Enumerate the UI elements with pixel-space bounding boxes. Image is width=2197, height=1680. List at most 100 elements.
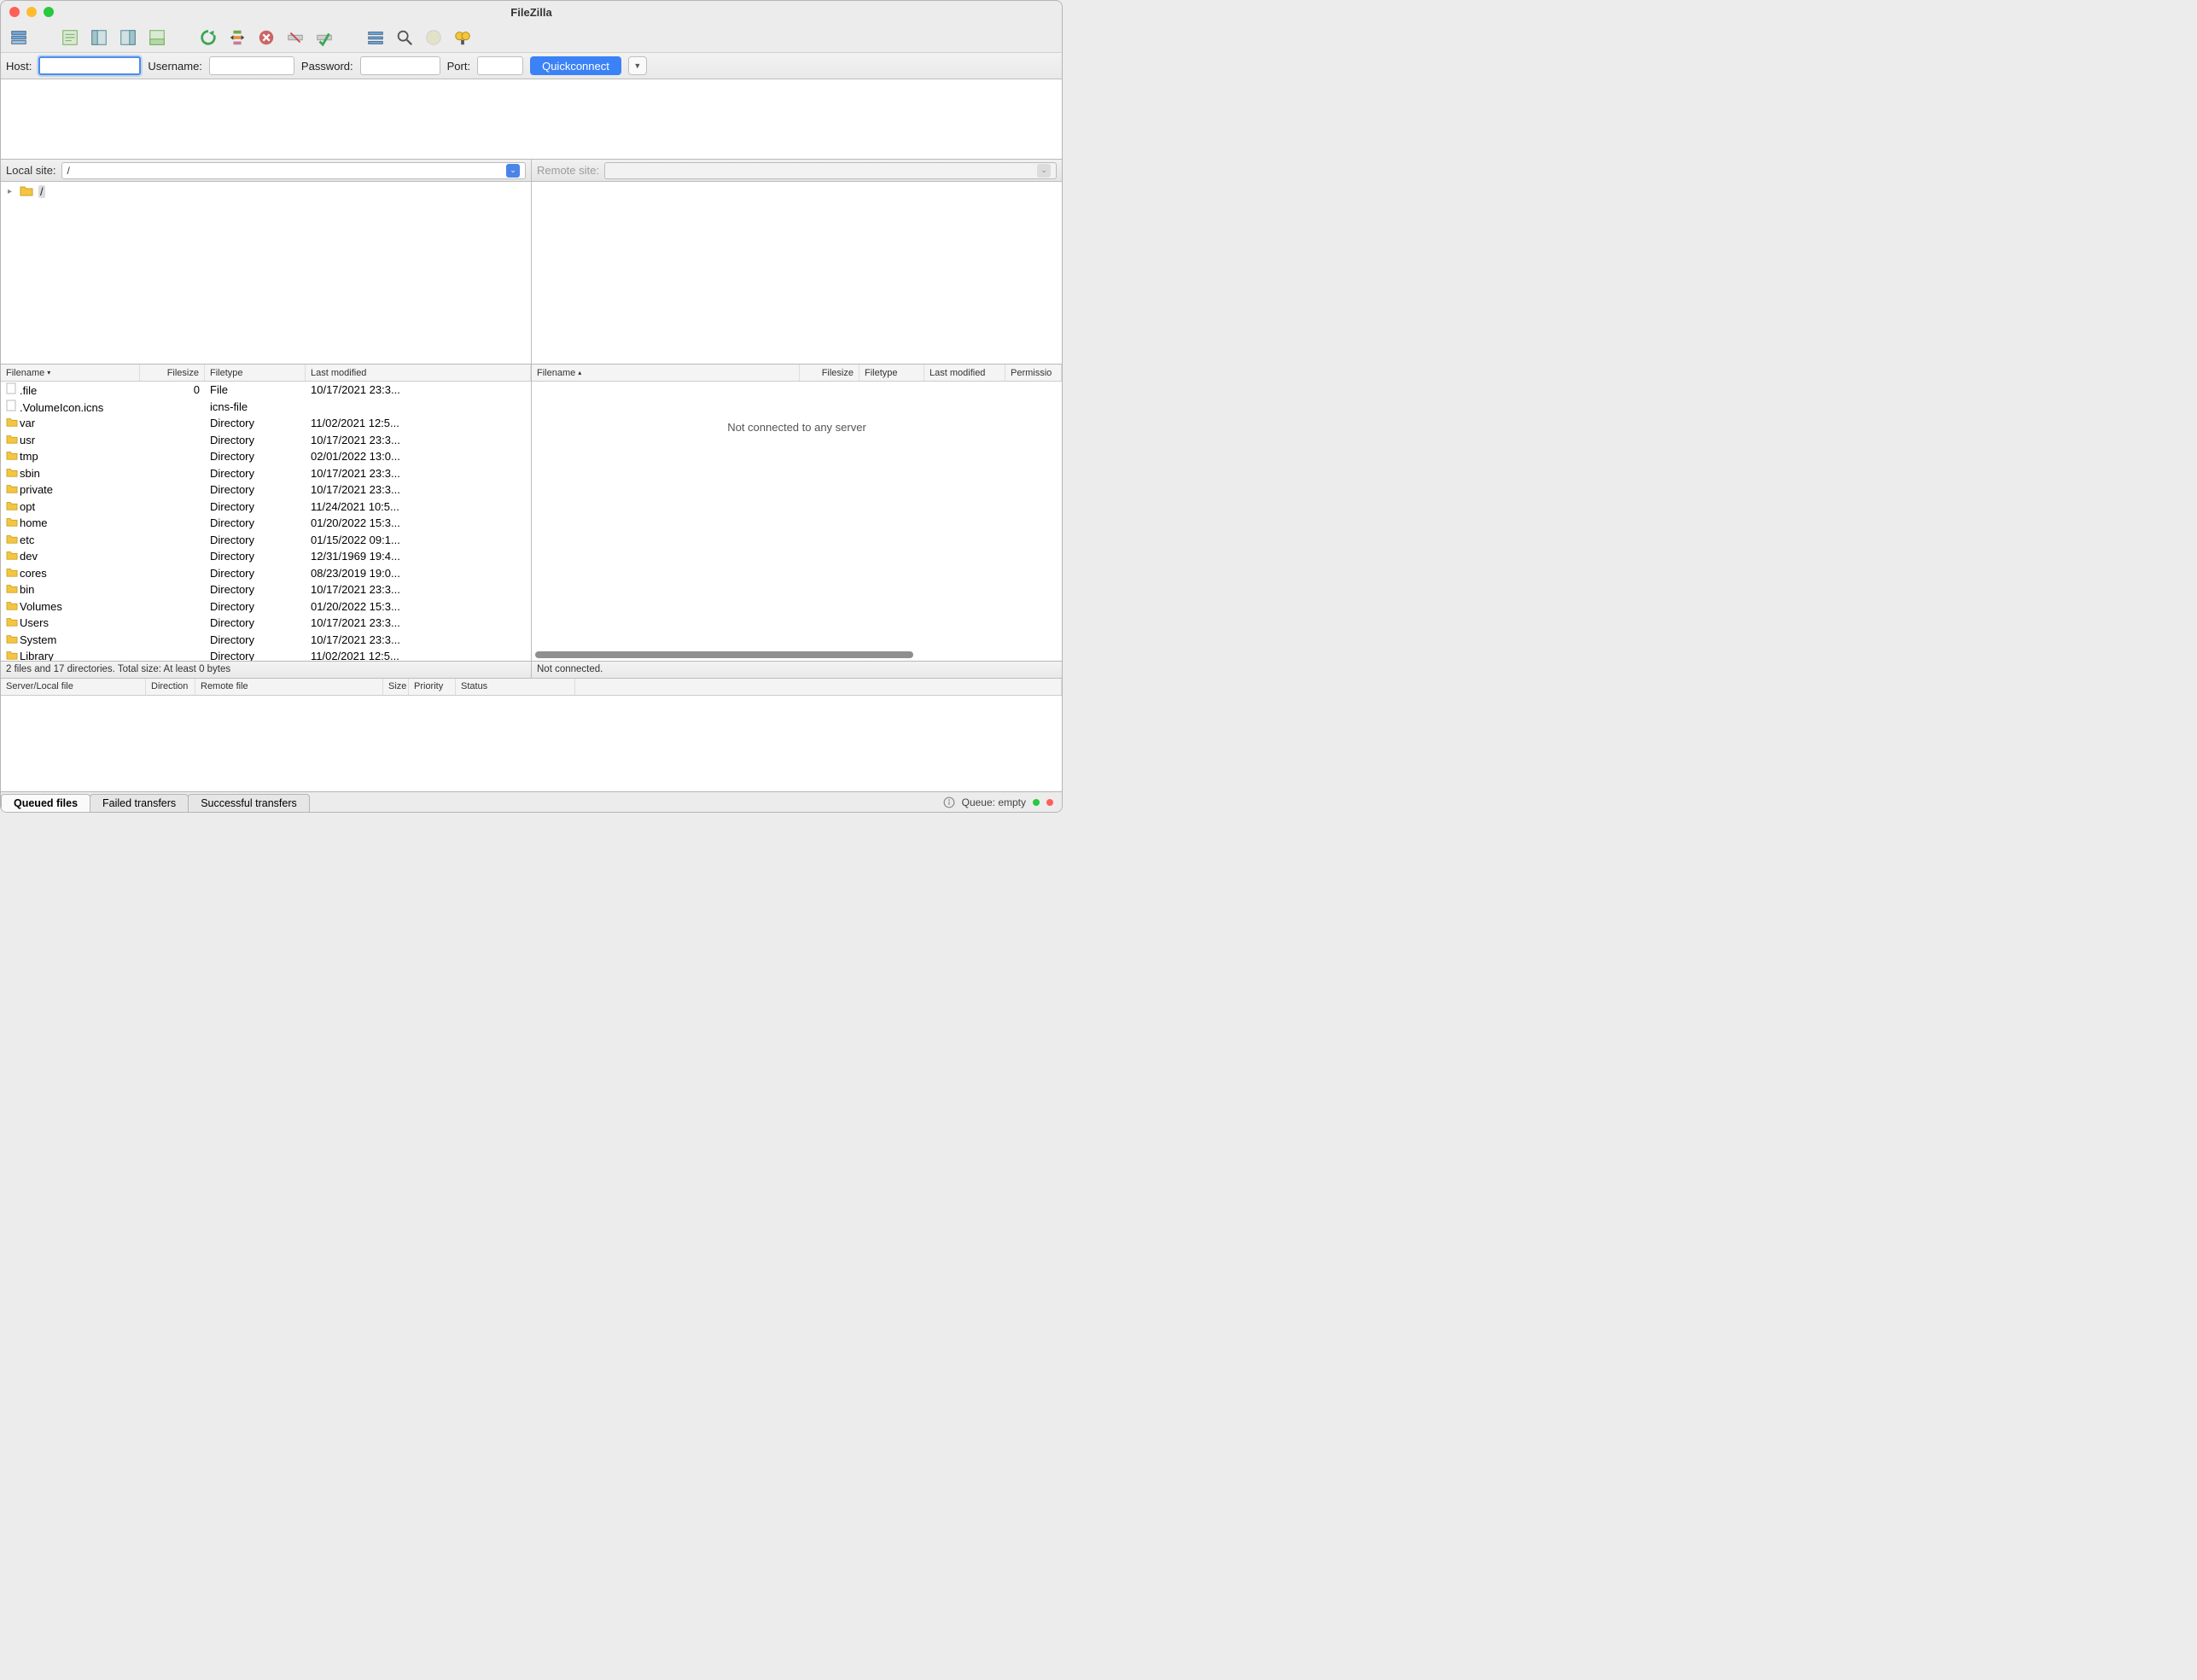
table-row[interactable]: .file0File10/17/2021 23:3...	[1, 382, 531, 399]
queue-col-priority[interactable]: Priority	[409, 679, 456, 695]
local-col-filesize[interactable]: Filesize	[140, 365, 205, 381]
local-col-modified[interactable]: Last modified	[306, 365, 531, 381]
quickconnect-button[interactable]: Quickconnect	[530, 56, 621, 75]
indicator-green-icon	[1033, 799, 1040, 806]
host-label: Host:	[6, 60, 32, 73]
quickconnect-history-dropdown[interactable]: ▼	[628, 56, 647, 75]
file-icon	[6, 382, 18, 394]
folder-icon	[6, 483, 18, 493]
toggle-log-icon[interactable]	[57, 26, 83, 50]
tree-node-root[interactable]: ▸ /	[1, 182, 531, 201]
compare-icon[interactable]	[421, 26, 446, 50]
main-toolbar	[1, 23, 1062, 52]
window-title: FileZilla	[1, 6, 1062, 19]
folder-icon	[6, 450, 18, 460]
password-input[interactable]	[360, 56, 440, 75]
queue-col-server[interactable]: Server/Local file	[1, 679, 146, 695]
remote-col-filetype[interactable]: Filetype	[860, 365, 924, 381]
remote-site-bar: Remote site: ⌄	[531, 160, 1062, 181]
table-row[interactable]: privateDirectory10/17/2021 23:3...	[1, 481, 531, 499]
folder-icon	[6, 600, 18, 610]
remote-file-list: Filename▴ Filesize Filetype Last modifie…	[531, 365, 1062, 661]
titlebar: FileZilla	[1, 1, 1062, 23]
remote-col-filename[interactable]: Filename▴	[532, 365, 800, 381]
folder-icon	[6, 434, 18, 444]
remote-h-scrollbar[interactable]	[535, 649, 985, 661]
table-row[interactable]: VolumesDirectory01/20/2022 15:3...	[1, 598, 531, 615]
toggle-remote-tree-icon[interactable]	[115, 26, 141, 50]
port-input[interactable]	[477, 56, 523, 75]
username-input[interactable]	[209, 56, 294, 75]
local-list-header: Filename▾ Filesize Filetype Last modifie…	[1, 365, 531, 382]
process-queue-icon[interactable]	[224, 26, 250, 50]
disconnect-icon[interactable]	[283, 26, 308, 50]
reconnect-icon[interactable]	[312, 26, 337, 50]
remote-col-permissions[interactable]: Permissio	[1005, 365, 1062, 381]
sync-browse-icon[interactable]	[450, 26, 475, 50]
local-site-bar: Local site: / ⌄	[1, 160, 531, 181]
message-log[interactable]	[1, 79, 1062, 160]
remote-tree[interactable]	[531, 182, 1062, 364]
queue-col-direction[interactable]: Direction	[146, 679, 195, 695]
table-row[interactable]: optDirectory11/24/2021 10:5...	[1, 499, 531, 516]
table-row[interactable]: homeDirectory01/20/2022 15:3...	[1, 515, 531, 532]
info-icon	[943, 796, 955, 808]
cancel-icon[interactable]	[253, 26, 279, 50]
table-row[interactable]: tmpDirectory02/01/2022 13:0...	[1, 448, 531, 465]
local-list-body[interactable]: .file0File10/17/2021 23:3....VolumeIcon.…	[1, 382, 531, 661]
search-icon[interactable]	[392, 26, 417, 50]
local-tree[interactable]: ▸ /	[1, 182, 531, 364]
chevron-down-icon: ⌄	[506, 164, 520, 178]
folder-icon	[6, 650, 18, 660]
queue-status-text: Queue: empty	[962, 796, 1026, 808]
table-row[interactable]: usrDirectory10/17/2021 23:3...	[1, 432, 531, 449]
table-row[interactable]: binDirectory10/17/2021 23:3...	[1, 581, 531, 598]
table-row[interactable]: UsersDirectory10/17/2021 23:3...	[1, 615, 531, 632]
tab-failed-transfers[interactable]: Failed transfers	[90, 794, 189, 813]
tree-root-label: /	[38, 185, 45, 198]
disclosure-icon[interactable]: ▸	[8, 187, 16, 196]
remote-status: Not connected.	[531, 662, 1062, 678]
queue-col-spacer	[575, 679, 1062, 695]
table-row[interactable]: varDirectory11/02/2021 12:5...	[1, 415, 531, 432]
queue-status: Queue: empty	[943, 796, 1062, 808]
folder-icon	[6, 633, 18, 644]
refresh-icon[interactable]	[195, 26, 221, 50]
directory-trees: ▸ /	[1, 182, 1062, 365]
toggle-local-tree-icon[interactable]	[86, 26, 112, 50]
file-lists: Filename▾ Filesize Filetype Last modifie…	[1, 365, 1062, 662]
bottom-tabs: Queued files Failed transfers Successful…	[1, 791, 1062, 812]
toggle-queue-icon[interactable]	[144, 26, 170, 50]
folder-icon	[6, 616, 18, 627]
sort-desc-icon: ▾	[47, 369, 50, 376]
table-row[interactable]: LibraryDirectory11/02/2021 12:5...	[1, 648, 531, 661]
queue-body[interactable]	[1, 696, 1062, 791]
folder-icon	[6, 550, 18, 560]
remote-placeholder: Not connected to any server	[532, 382, 1062, 661]
tab-successful-transfers[interactable]: Successful transfers	[188, 794, 310, 813]
queue-col-status[interactable]: Status	[456, 679, 575, 695]
local-col-filetype[interactable]: Filetype	[205, 365, 306, 381]
table-row[interactable]: etcDirectory01/15/2022 09:1...	[1, 532, 531, 549]
folder-icon	[6, 417, 18, 427]
host-input[interactable]	[38, 56, 141, 75]
queue-col-remote[interactable]: Remote file	[195, 679, 383, 695]
remote-path-combo[interactable]: ⌄	[604, 162, 1057, 179]
indicator-red-icon	[1046, 799, 1053, 806]
site-manager-icon[interactable]	[6, 26, 32, 50]
local-col-filename[interactable]: Filename▾	[1, 365, 140, 381]
filter-icon[interactable]	[363, 26, 388, 50]
table-row[interactable]: .VolumeIcon.icnsicns-file	[1, 399, 531, 416]
local-path-combo[interactable]: / ⌄	[61, 162, 526, 179]
table-row[interactable]: coresDirectory08/23/2019 19:0...	[1, 565, 531, 582]
remote-col-filesize[interactable]: Filesize	[800, 365, 860, 381]
tab-queued-files[interactable]: Queued files	[1, 794, 90, 813]
table-row[interactable]: sbinDirectory10/17/2021 23:3...	[1, 465, 531, 482]
folder-icon	[6, 583, 18, 593]
site-path-bar: Local site: / ⌄ Remote site: ⌄	[1, 160, 1062, 182]
table-row[interactable]: SystemDirectory10/17/2021 23:3...	[1, 632, 531, 649]
queue-col-size[interactable]: Size	[383, 679, 409, 695]
remote-col-modified[interactable]: Last modified	[924, 365, 1005, 381]
table-row[interactable]: devDirectory12/31/1969 19:4...	[1, 548, 531, 565]
username-label: Username:	[148, 60, 202, 73]
